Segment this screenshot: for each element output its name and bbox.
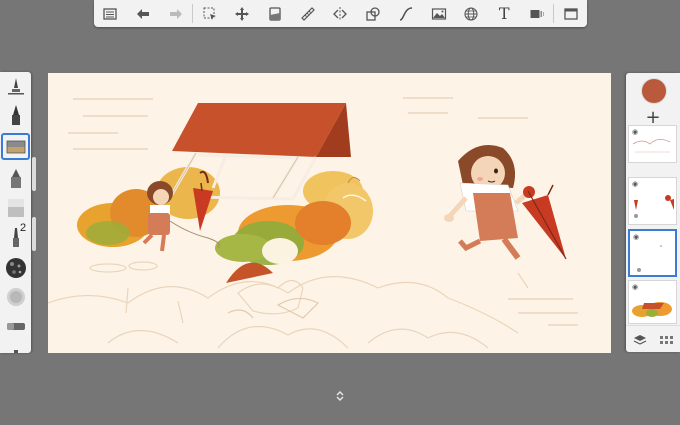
ink-pen-brush[interactable] [3,102,28,127]
ink-pen-brush-icon [11,104,20,125]
symmetry-icon [333,6,348,21]
layers-footer [626,325,680,352]
layer-preview [632,139,671,153]
layer-thumbnail[interactable]: ◉ [628,280,677,324]
texture-brush[interactable] [3,255,28,280]
transform-icon [235,6,250,21]
gallery-button[interactable] [94,0,127,27]
soft-texture-brush-icon [6,287,25,306]
airbrush-icon [10,168,21,188]
layer-editor-icon [269,6,281,21]
image-icon [431,7,446,20]
canvas-artwork [48,97,578,349]
undo-icon [137,8,150,19]
perspective-grid-button[interactable] [455,0,488,27]
chevron-expand-icon [336,391,344,401]
gallery-icon [103,7,118,20]
flipbook-icon [530,9,544,18]
marker-brush[interactable] [1,133,30,160]
image-button[interactable] [422,0,455,27]
grid-menu-icon[interactable] [659,335,674,345]
redo-button[interactable] [159,0,192,27]
eraser-brush[interactable] [3,313,28,338]
transform-button[interactable] [226,0,259,27]
layer-editor-button[interactable] [259,0,292,27]
brush-size-slider[interactable] [32,157,36,191]
brush-palette: 2 [0,72,31,353]
blender-brush-icon [7,198,24,217]
text-icon: T [498,4,510,23]
layer-preview [637,245,662,272]
layers-panel: + ◉ ◉ ◉ ◉ [626,73,680,352]
more-brushes[interactable] [3,340,28,353]
selection-icon [203,7,216,20]
brush-size-badge: 2 [20,222,27,234]
symmetry-button[interactable] [324,0,357,27]
marker-brush-icon [6,140,25,153]
layer-thumbnail-selected[interactable]: ◉ [628,229,677,277]
texture-brush-icon [5,257,26,278]
shape-button[interactable] [357,0,390,27]
layer-preview [634,195,674,218]
layer-thumbnail[interactable]: ◉ [628,177,677,225]
text-button[interactable]: T [488,0,521,27]
layer-thumbnail[interactable]: ◉ [628,125,677,163]
brush-opacity-slider[interactable] [32,217,36,251]
more-brushes-icon [13,349,18,353]
blender-brush[interactable] [3,195,28,220]
layers-stack-icon[interactable] [633,333,647,347]
color-picker-swatch[interactable] [641,78,667,104]
selection-button[interactable] [193,0,226,27]
main-girl [444,144,535,260]
pencil-brush-icon [7,77,24,94]
bottom-toolbar-toggle[interactable] [334,390,346,402]
main-toolbar: T [94,0,587,27]
bird-sketch [227,297,320,319]
ruler-icon [300,6,315,21]
eraser-brush-icon [6,322,25,330]
airbrush-brush[interactable] [3,165,28,190]
drawing-canvas[interactable] [48,73,611,353]
stroke-button[interactable] [390,0,423,27]
ruler-button[interactable] [291,0,324,27]
fullscreen-button[interactable] [554,0,587,27]
soft-texture-brush[interactable] [3,284,28,309]
redo-icon [169,8,182,19]
shape-icon [366,6,380,21]
undo-button[interactable] [127,0,160,27]
pencil-brush[interactable] [3,74,28,99]
perspective-grid-icon [464,6,478,21]
ground-sketch [48,261,529,349]
layer-preview [632,302,672,317]
fullscreen-icon [563,7,578,20]
flipbook-button[interactable] [521,0,554,27]
stroke-icon [399,6,413,21]
